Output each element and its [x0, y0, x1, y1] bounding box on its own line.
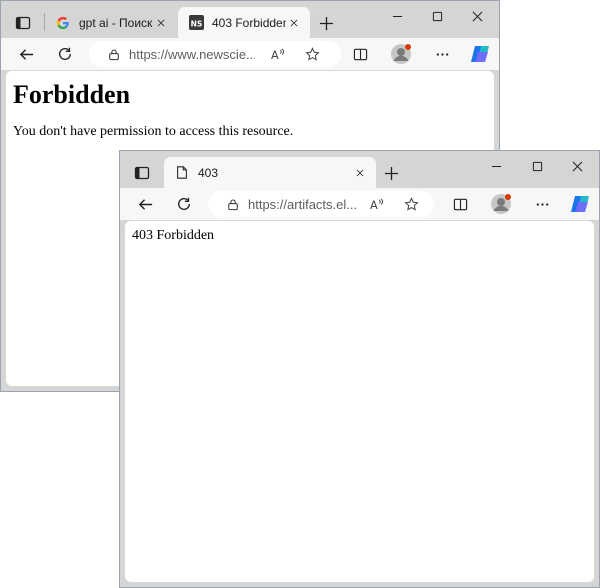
tab-title: 403	[198, 165, 219, 180]
tab-close-icon[interactable]	[286, 15, 302, 31]
tab-close-icon[interactable]	[153, 15, 169, 31]
google-favicon-icon	[55, 15, 71, 31]
page-icon	[174, 165, 190, 181]
page-content: 403 Forbidden	[124, 220, 595, 583]
newscientist-favicon-icon: NS	[188, 15, 204, 31]
new-tab-icon[interactable]	[315, 12, 337, 34]
tab-google-search[interactable]: gpt ai - Поиск в	[45, 7, 177, 38]
svg-text:NS: NS	[190, 19, 202, 28]
profile-avatar-icon[interactable]	[487, 191, 515, 217]
close-window-icon[interactable]	[457, 5, 497, 27]
svg-text:A: A	[270, 49, 278, 62]
toolbar: https://artifacts.el... A	[120, 188, 599, 220]
tab-actions-icon[interactable]	[9, 9, 37, 37]
close-window-icon[interactable]	[557, 155, 597, 177]
page-heading: Forbidden	[13, 80, 131, 109]
browser-window-front: 403 https://artifacts.el... A 403 Forbid…	[119, 150, 600, 588]
page-message: You don't have permission to access this…	[13, 124, 294, 139]
tab-title: gpt ai - Поиск в	[79, 15, 153, 30]
copilot-icon[interactable]	[466, 41, 494, 67]
read-aloud-icon[interactable]: A	[269, 46, 285, 62]
favorite-star-icon[interactable]	[304, 46, 320, 62]
url-text: https://www.newscie...	[129, 46, 255, 62]
back-arrow-icon[interactable]	[131, 191, 159, 217]
maximize-icon[interactable]	[517, 155, 557, 177]
minimize-icon[interactable]	[377, 5, 417, 27]
more-options-icon[interactable]	[428, 41, 456, 67]
more-options-icon[interactable]	[528, 191, 556, 217]
back-arrow-icon[interactable]	[12, 41, 40, 67]
refresh-icon[interactable]	[170, 191, 198, 217]
page-message: 403 Forbidden	[132, 228, 215, 243]
read-aloud-icon[interactable]: A	[368, 196, 384, 212]
lock-icon[interactable]	[107, 47, 121, 61]
title-bar: 403	[120, 151, 599, 188]
address-bar[interactable]: https://www.newscie... A	[89, 41, 341, 67]
title-bar: gpt ai - Поиск в NS 403 Forbidden	[1, 1, 499, 38]
address-bar[interactable]: https://artifacts.el... A	[208, 191, 434, 217]
url-text: https://artifacts.el...	[248, 196, 358, 212]
maximize-icon[interactable]	[417, 5, 457, 27]
lock-icon[interactable]	[226, 197, 240, 211]
tab-403-forbidden[interactable]: NS 403 Forbidden	[178, 7, 310, 38]
profile-avatar-icon[interactable]	[387, 41, 415, 67]
minimize-icon[interactable]	[476, 155, 516, 177]
new-tab-icon[interactable]	[380, 162, 402, 184]
split-screen-icon[interactable]	[346, 41, 374, 67]
tab-title: 403 Forbidden	[212, 15, 286, 30]
tab-close-icon[interactable]	[352, 165, 368, 181]
copilot-icon[interactable]	[566, 191, 594, 217]
svg-text:A: A	[369, 199, 377, 212]
tab-403[interactable]: 403	[164, 157, 376, 188]
tab-actions-icon[interactable]	[128, 159, 156, 187]
split-screen-icon[interactable]	[446, 191, 474, 217]
favorite-star-icon[interactable]	[403, 196, 419, 212]
refresh-icon[interactable]	[51, 41, 79, 67]
toolbar: https://www.newscie... A	[1, 38, 499, 70]
